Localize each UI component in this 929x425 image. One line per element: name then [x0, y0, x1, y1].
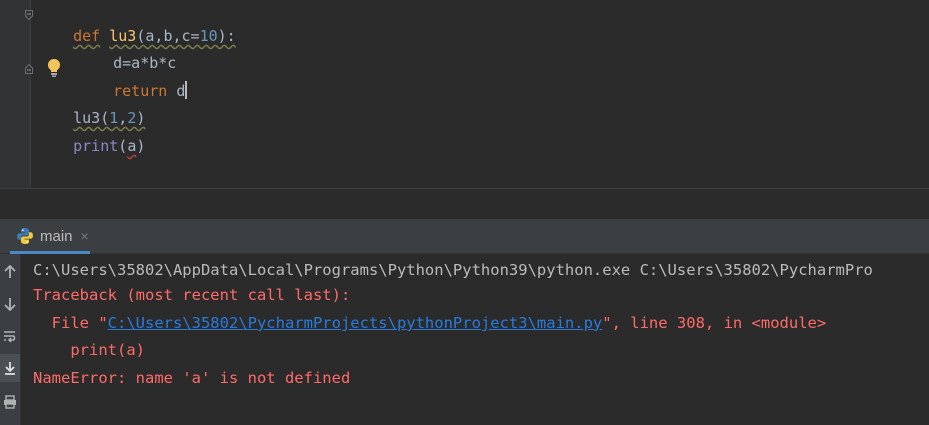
- console-output[interactable]: C:\Users\35802\AppData\Local\Programs\Py…: [21, 254, 929, 425]
- traceback-code-line: print(a): [33, 341, 145, 359]
- file-prefix: File ": [33, 314, 108, 332]
- paren-open: (: [118, 137, 128, 155]
- down-button[interactable]: [0, 292, 20, 316]
- run-toolbar: [0, 254, 21, 425]
- arrow-up-icon: [4, 265, 16, 278]
- soft-wrap-button[interactable]: [0, 324, 20, 348]
- code-editor[interactable]: def lu3(a,b,c=10): d=a*b*c return d lu3(…: [0, 0, 929, 188]
- run-tool-window-header: main ×: [0, 219, 929, 254]
- fold-icon[interactable]: [25, 10, 33, 20]
- default-value: 10: [199, 27, 218, 45]
- unresolved-reference: a: [127, 137, 137, 155]
- soft-wrap-icon: [4, 331, 16, 343]
- print-icon: [4, 395, 16, 409]
- text-caret: [185, 81, 188, 99]
- traceback-header: Traceback (most recent call last):: [33, 286, 351, 304]
- param-c: c: [181, 27, 191, 45]
- scroll-to-end-icon: [5, 362, 15, 375]
- tab-label: main: [40, 227, 73, 245]
- tab-main[interactable]: main ×: [10, 219, 95, 253]
- file-suffix: ", line 308, in <module>: [602, 314, 827, 332]
- editor-divider[interactable]: [0, 188, 929, 189]
- fold-icon[interactable]: [25, 64, 33, 74]
- return-value: d: [176, 82, 186, 100]
- console-command-line: C:\Users\35802\AppData\Local\Programs\Py…: [33, 261, 873, 279]
- paren-close: ):: [217, 27, 236, 45]
- traceback-file-line: File "C:\Users\35802\PycharmProjects\pyt…: [33, 313, 827, 333]
- editor-gutter: [0, 0, 31, 188]
- scroll-to-end-button[interactable]: [0, 356, 20, 380]
- code-line-5[interactable]: print(a): [37, 116, 145, 176]
- print-button[interactable]: [0, 390, 20, 414]
- file-link[interactable]: C:\Users\35802\PycharmProjects\pythonPro…: [108, 314, 603, 332]
- arrow-down-icon: [4, 298, 16, 311]
- print-builtin: print: [73, 137, 119, 155]
- close-icon[interactable]: ×: [81, 228, 89, 244]
- paren-close: ): [136, 137, 146, 155]
- up-button[interactable]: [0, 260, 20, 284]
- python-icon: [17, 228, 33, 244]
- equals: =: [190, 27, 200, 45]
- error-message: NameError: name 'a' is not defined: [33, 369, 351, 387]
